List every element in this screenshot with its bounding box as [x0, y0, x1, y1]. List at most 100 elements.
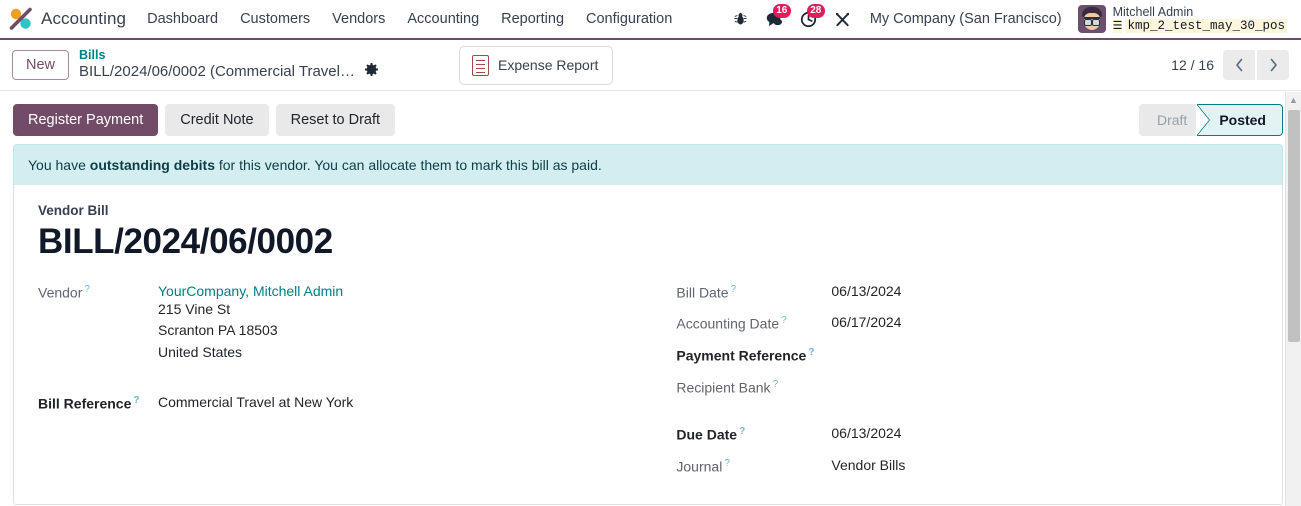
scrollbar-thumb[interactable]: [1288, 110, 1300, 342]
field-bill-date-value[interactable]: 06/13/2024: [831, 283, 901, 299]
menu-item-vendors[interactable]: Vendors: [321, 3, 396, 35]
vendor-address-line-2: Scranton PA 18503: [158, 322, 278, 339]
field-accounting-date: Accounting Date? 06/17/2024: [676, 314, 1258, 332]
vendor-help-icon[interactable]: ?: [84, 284, 90, 295]
alert-text-after: for this vendor. You can allocate them t…: [214, 157, 602, 173]
company-switcher[interactable]: My Company (San Francisco): [860, 5, 1072, 33]
menu-item-dashboard[interactable]: Dashboard: [136, 3, 229, 35]
breadcrumb-current-record: BILL/2024/06/0002 (Commercial Travel…: [79, 63, 355, 81]
document-icon: [472, 54, 489, 76]
payment-reference-help-icon[interactable]: ?: [808, 347, 814, 358]
sheet-wrapper: You have outstanding debits for this ven…: [0, 144, 1301, 505]
database-icon: ☰: [1112, 19, 1123, 33]
control-panel: New Bills BILL/2024/06/0002 (Commercial …: [0, 40, 1301, 91]
reset-to-draft-button[interactable]: Reset to Draft: [275, 104, 396, 136]
form-action-buttons: Register Payment Credit Note Reset to Dr…: [13, 104, 396, 136]
smart-buttons: Expense Report: [459, 45, 614, 85]
menu-item-customers[interactable]: Customers: [229, 3, 321, 35]
status-stage-posted[interactable]: Posted: [1196, 104, 1283, 136]
pager-previous-button[interactable]: [1223, 50, 1255, 80]
page-title[interactable]: BILL/2024/06/0002: [38, 223, 1258, 261]
messages-count-badge: 16: [772, 4, 791, 18]
field-accounting-date-label-text: Accounting Date: [676, 316, 780, 333]
credit-note-button[interactable]: Credit Note: [165, 104, 269, 136]
messages-icon[interactable]: 16: [758, 4, 792, 34]
field-payment-reference: Payment Reference?: [676, 346, 1258, 364]
expense-report-label: Expense Report: [498, 57, 599, 73]
field-payment-reference-label: Payment Reference?: [676, 346, 831, 364]
field-vendor-value: YourCompany, Mitchell Admin 215 Vine St …: [158, 283, 343, 364]
field-bill-reference-value[interactable]: Commercial Travel at New York: [158, 394, 353, 410]
form-view: Register Payment Credit Note Reset to Dr…: [0, 92, 1301, 506]
form-column-left: Vendor? YourCompany, Mitchell Admin 215 …: [38, 283, 672, 489]
field-due-date-label: Due Date?: [676, 425, 831, 443]
pager-counter[interactable]: 12 / 16: [1171, 57, 1214, 73]
field-bill-reference-label-text: Bill Reference: [38, 395, 132, 412]
field-recipient-bank-label-text: Recipient Bank: [676, 379, 771, 396]
due-date-help-icon[interactable]: ?: [739, 426, 745, 437]
alert-text-before: You have: [28, 157, 90, 173]
scrollbar-up-arrow[interactable]: ▲: [1286, 92, 1301, 107]
field-journal-value[interactable]: Vendor Bills: [831, 457, 905, 473]
vendor-link[interactable]: YourCompany, Mitchell Admin: [158, 283, 343, 299]
field-due-date: Due Date? 06/13/2024: [676, 425, 1258, 443]
odoo-logo-icon[interactable]: [8, 6, 34, 32]
register-payment-button[interactable]: Register Payment: [13, 104, 159, 136]
gear-icon[interactable]: [364, 63, 379, 82]
expense-report-button[interactable]: Expense Report: [459, 45, 614, 85]
recipient-bank-help-icon[interactable]: ?: [773, 379, 779, 390]
activities-count-badge: 28: [806, 4, 825, 18]
status-stage-draft[interactable]: Draft: [1138, 104, 1210, 136]
bill-date-help-icon[interactable]: ?: [731, 284, 737, 295]
user-menu[interactable]: Mitchell Admin ☰ kmp_2_test_may_30_pos: [1072, 3, 1291, 36]
accounting-date-help-icon[interactable]: ?: [781, 315, 787, 326]
menu-item-accounting[interactable]: Accounting: [396, 3, 490, 35]
user-name: Mitchell Admin: [1112, 4, 1194, 19]
field-vendor-label-text: Vendor: [38, 284, 83, 301]
brand-block[interactable]: Accounting: [6, 6, 136, 32]
tools-icon[interactable]: [826, 4, 860, 34]
vertical-scrollbar[interactable]: ▲: [1285, 92, 1301, 506]
vendor-address-line-3: United States: [158, 344, 243, 361]
menu-item-reporting[interactable]: Reporting: [490, 3, 575, 35]
field-bill-reference-label: Bill Reference?: [38, 394, 158, 412]
vendor-address-line-1: 215 Vine St: [158, 300, 231, 317]
database-name: kmp_2_test_may_30_pos: [1125, 19, 1287, 34]
field-bill-date-label-text: Bill Date: [676, 284, 729, 301]
journal-help-icon[interactable]: ?: [724, 458, 730, 469]
systray: 16 28 My Company (San Francisco) Mitchel…: [724, 3, 1293, 36]
activities-icon[interactable]: 28: [792, 4, 826, 34]
field-bill-date: Bill Date? 06/13/2024: [676, 283, 1258, 301]
form-column-right: Bill Date? 06/13/2024 Accounting Date? 0…: [672, 283, 1258, 489]
field-vendor-label: Vendor?: [38, 283, 158, 301]
main-menu: Dashboard Customers Vendors Accounting R…: [136, 3, 683, 35]
new-button[interactable]: New: [12, 50, 70, 80]
field-accounting-date-label: Accounting Date?: [676, 314, 831, 332]
status-stage-posted-label: Posted: [1219, 112, 1266, 128]
field-recipient-bank: Recipient Bank?: [676, 378, 1258, 396]
field-accounting-date-value[interactable]: 06/17/2024: [831, 314, 901, 330]
breadcrumb: Bills BILL/2024/06/0002 (Commercial Trav…: [79, 48, 379, 82]
form-sheet: Vendor Bill BILL/2024/06/0002 Vendor? Yo…: [13, 185, 1283, 505]
field-due-date-value[interactable]: 06/13/2024: [831, 425, 901, 441]
form-columns: Vendor? YourCompany, Mitchell Admin 215 …: [38, 283, 1258, 489]
brand-name: Accounting: [41, 9, 127, 28]
menu-item-configuration[interactable]: Configuration: [575, 3, 683, 35]
field-due-date-label-text: Due Date: [676, 427, 738, 444]
status-stages: Draft Posted: [1138, 104, 1283, 136]
field-vendor: Vendor? YourCompany, Mitchell Admin 215 …: [38, 283, 672, 364]
pager-next-button[interactable]: [1257, 50, 1289, 80]
field-payment-reference-label-text: Payment Reference: [676, 347, 807, 364]
bill-reference-help-icon[interactable]: ?: [133, 395, 139, 406]
bug-icon[interactable]: [724, 4, 758, 34]
document-type-label: Vendor Bill: [38, 203, 109, 218]
alert-text-bold[interactable]: outstanding debits: [90, 157, 215, 173]
field-bill-date-label: Bill Date?: [676, 283, 831, 301]
field-journal-label: Journal?: [676, 457, 831, 475]
field-journal: Journal? Vendor Bills: [676, 457, 1258, 475]
breadcrumb-parent-bills[interactable]: Bills: [79, 48, 379, 63]
field-recipient-bank-label: Recipient Bank?: [676, 378, 831, 396]
field-bill-reference: Bill Reference? Commercial Travel at New…: [38, 394, 672, 412]
pager: 12 / 16: [1171, 50, 1289, 80]
avatar: [1077, 5, 1106, 33]
